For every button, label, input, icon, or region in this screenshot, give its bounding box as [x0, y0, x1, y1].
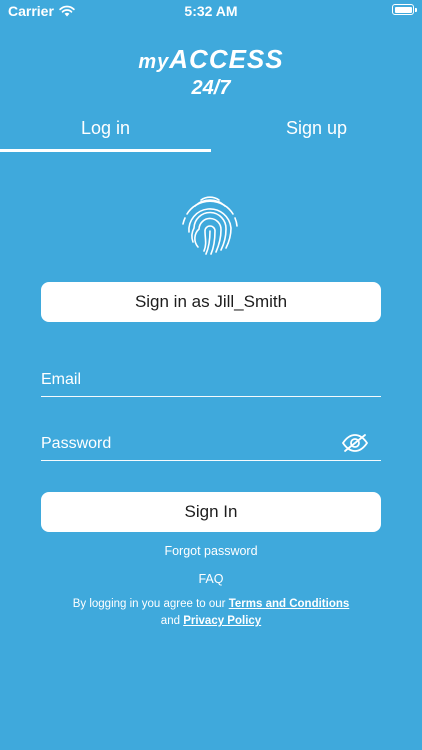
- email-field: [41, 366, 381, 397]
- email-input[interactable]: [41, 366, 341, 394]
- logo-my: my: [138, 51, 170, 73]
- forgot-password-link[interactable]: Forgot password: [0, 544, 422, 558]
- logo-access: ACCESS: [169, 44, 284, 74]
- legal-prefix: By logging in you agree to our: [72, 598, 226, 610]
- tab-sign-up[interactable]: Sign up: [211, 112, 422, 152]
- terms-link[interactable]: Terms and Conditions: [229, 598, 350, 610]
- logo-line2: 24/7: [191, 77, 231, 99]
- status-time: 5:32 AM: [184, 3, 238, 19]
- eye-slash-icon[interactable]: [341, 432, 369, 454]
- app-logo: myACCESS 24/7: [0, 44, 422, 99]
- fingerprint-icon[interactable]: [177, 192, 243, 258]
- password-input[interactable]: [41, 430, 341, 458]
- legal-and: and: [160, 615, 180, 627]
- sign-in-button[interactable]: Sign In: [41, 492, 381, 532]
- sign-in-as-user-button[interactable]: Sign in as Jill_Smith: [41, 282, 381, 322]
- tab-log-in[interactable]: Log in: [0, 112, 211, 152]
- battery-icon: [392, 4, 417, 15]
- status-right: [392, 4, 417, 15]
- password-field: [41, 430, 381, 461]
- auth-tabs: Log in Sign up: [0, 112, 422, 152]
- legal-notice: By logging in you agree to our Terms and…: [0, 596, 422, 630]
- faq-link[interactable]: FAQ: [0, 572, 422, 586]
- logo-line1: myACCESS: [0, 44, 422, 77]
- privacy-link[interactable]: Privacy Policy: [183, 615, 261, 627]
- legal-line2: and Privacy Policy: [0, 613, 422, 630]
- status-bar: Carrier 5:32 AM: [0, 0, 422, 22]
- legal-line1: By logging in you agree to our Terms and…: [0, 596, 422, 613]
